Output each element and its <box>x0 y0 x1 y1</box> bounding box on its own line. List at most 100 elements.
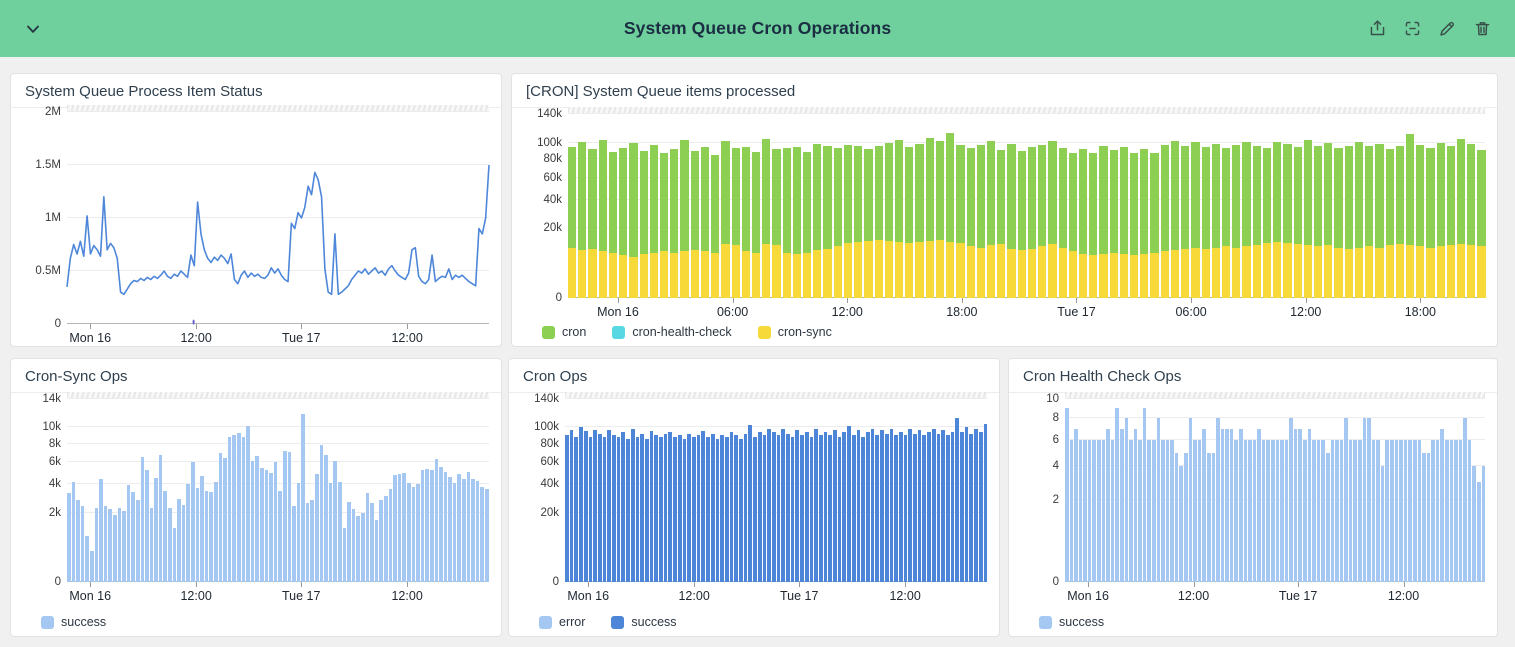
bar[interactable] <box>177 399 181 582</box>
bar[interactable] <box>833 399 837 582</box>
bar[interactable] <box>763 399 767 582</box>
bar[interactable] <box>453 399 457 582</box>
legend-item[interactable]: success <box>1039 615 1104 629</box>
bar[interactable] <box>861 399 865 582</box>
bar[interactable] <box>186 399 190 582</box>
bar[interactable] <box>588 114 596 298</box>
bar[interactable] <box>173 399 177 582</box>
bar[interactable] <box>1376 399 1380 582</box>
bar[interactable] <box>697 399 701 582</box>
bar[interactable] <box>721 114 729 298</box>
chart-plot[interactable]: 020k40k60k80k100k140kMon 1606:0012:0018:… <box>568 114 1485 298</box>
bar[interactable] <box>136 399 140 582</box>
bar[interactable] <box>687 399 691 582</box>
bar[interactable] <box>752 114 760 298</box>
bar[interactable] <box>621 399 625 582</box>
bar[interactable] <box>1225 399 1229 582</box>
bar[interactable] <box>631 399 635 582</box>
bar[interactable] <box>1467 114 1475 298</box>
bar[interactable] <box>209 399 213 582</box>
bar[interactable] <box>361 399 365 582</box>
bar[interactable] <box>1353 399 1357 582</box>
bar[interactable] <box>1038 114 1046 298</box>
bar[interactable] <box>1431 399 1435 582</box>
bar[interactable] <box>462 399 466 582</box>
bar[interactable] <box>670 114 678 298</box>
bar[interactable] <box>974 399 978 582</box>
bar[interactable] <box>1115 399 1119 582</box>
bar[interactable] <box>95 399 99 582</box>
bar[interactable] <box>645 399 649 582</box>
bar[interactable] <box>1395 399 1399 582</box>
bar[interactable] <box>1447 114 1455 298</box>
bar[interactable] <box>389 399 393 582</box>
bar[interactable] <box>1181 114 1189 298</box>
bar[interactable] <box>842 399 846 582</box>
bar[interactable] <box>926 114 934 298</box>
bar[interactable] <box>113 399 117 582</box>
bar[interactable] <box>913 399 917 582</box>
bar[interactable] <box>593 399 597 582</box>
legend-item[interactable]: success <box>41 615 106 629</box>
bar[interactable] <box>1416 114 1424 298</box>
bar[interactable] <box>444 399 448 582</box>
chevron-down-icon[interactable] <box>20 16 46 42</box>
bar[interactable] <box>565 399 569 582</box>
bar[interactable] <box>885 114 893 298</box>
bar[interactable] <box>915 114 923 298</box>
bar[interactable] <box>1065 399 1069 582</box>
bar[interactable] <box>1234 399 1238 582</box>
bar[interactable] <box>131 399 135 582</box>
bar[interactable] <box>480 399 484 582</box>
bar[interactable] <box>1436 399 1440 582</box>
bar[interactable] <box>1334 114 1342 298</box>
bar[interactable] <box>880 399 884 582</box>
bar[interactable] <box>200 399 204 582</box>
bar[interactable] <box>1110 114 1118 298</box>
bar[interactable] <box>932 399 936 582</box>
bar[interactable] <box>854 114 862 298</box>
bar[interactable] <box>1303 399 1307 582</box>
bar[interactable] <box>1161 399 1165 582</box>
bar[interactable] <box>753 399 757 582</box>
bar[interactable] <box>1202 114 1210 298</box>
bar[interactable] <box>384 399 388 582</box>
bar[interactable] <box>457 399 461 582</box>
bar[interactable] <box>664 399 668 582</box>
chart-plot[interactable]: 00.5M1M1.5M2MMon 1612:00Tue 1712:00 <box>67 112 489 324</box>
bar[interactable] <box>393 399 397 582</box>
bar[interactable] <box>979 399 983 582</box>
bar[interactable] <box>941 399 945 582</box>
bar[interactable] <box>1253 399 1257 582</box>
bar[interactable] <box>1477 399 1481 582</box>
bar[interactable] <box>772 399 776 582</box>
bar[interactable] <box>1157 399 1161 582</box>
bar[interactable] <box>370 399 374 582</box>
bar[interactable] <box>214 399 218 582</box>
bar[interactable] <box>1152 399 1156 582</box>
bar[interactable] <box>246 399 250 582</box>
bar[interactable] <box>278 399 282 582</box>
bar[interactable] <box>977 114 985 298</box>
bar[interactable] <box>927 399 931 582</box>
bar[interactable] <box>739 399 743 582</box>
chart-plot[interactable]: 0246810Mon 1612:00Tue 1712:00 <box>1065 399 1485 582</box>
bar[interactable] <box>834 114 842 298</box>
bar[interactable] <box>725 399 729 582</box>
bar[interactable] <box>196 399 200 582</box>
bar[interactable] <box>660 114 668 298</box>
chart-plot[interactable]: 020k40k60k80k100k140kMon 1612:00Tue 1712… <box>565 399 987 582</box>
bar[interactable] <box>1074 399 1078 582</box>
bar[interactable] <box>1248 399 1252 582</box>
bar[interactable] <box>1304 114 1312 298</box>
bar[interactable] <box>1413 399 1417 582</box>
bar[interactable] <box>1324 114 1332 298</box>
share-icon[interactable] <box>1366 18 1388 40</box>
bar[interactable] <box>1426 114 1434 298</box>
bar[interactable] <box>333 399 337 582</box>
bar[interactable] <box>255 399 259 582</box>
bar[interactable] <box>890 399 894 582</box>
bar[interactable] <box>1092 399 1096 582</box>
bar[interactable] <box>320 399 324 582</box>
bar[interactable] <box>242 399 246 582</box>
